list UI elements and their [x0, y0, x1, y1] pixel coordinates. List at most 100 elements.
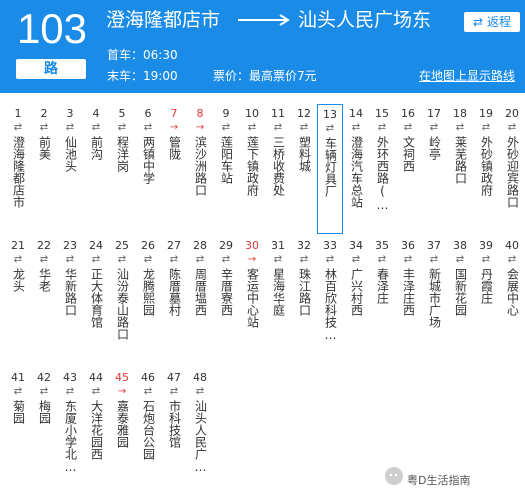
- two-way-arrow-icon: ⇄: [507, 122, 517, 133]
- stop-name: 文祠西: [401, 136, 416, 172]
- stop-number: 4: [92, 107, 100, 120]
- stop-item[interactable]: 30 → 客运中心站: [239, 236, 265, 361]
- route-suffix: 路: [16, 59, 86, 79]
- stop-item[interactable]: 16 ⇄ 文祠西: [395, 104, 421, 234]
- stop-name: 会展中心: [505, 268, 520, 316]
- stop-item[interactable]: 24 ⇄ 正大体育馆: [83, 236, 109, 361]
- two-way-arrow-icon: ⇄: [117, 254, 127, 265]
- stop-name: 澄海隆都店市: [11, 136, 26, 208]
- stop-item[interactable]: 14 ⇄ 澄海汽车总站: [343, 104, 369, 234]
- stop-number: 10: [245, 107, 259, 120]
- stop-item[interactable]: 28 ⇄ 周厝塭西: [187, 236, 213, 361]
- stop-item[interactable]: 26 ⇄ 龙腾熙园: [135, 236, 161, 361]
- stop-item[interactable]: 33 ⇄ 林百欣科技…: [317, 236, 343, 361]
- stop-item[interactable]: 18 ⇄ 莱芜路口: [447, 104, 473, 234]
- stop-number: 38: [453, 239, 467, 252]
- stop-number: 14: [349, 107, 363, 120]
- stop-item[interactable]: 46 ⇄ 石炮台公园: [135, 368, 161, 493]
- stop-number: 24: [89, 239, 103, 252]
- stop-number: 37: [427, 239, 441, 252]
- stop-name: 三桥收费处: [271, 136, 286, 196]
- stop-item[interactable]: 45 → 嘉泰雅园: [109, 368, 135, 493]
- stop-item[interactable]: 19 ⇄ 外砂镇政府: [473, 104, 499, 234]
- stop-item[interactable]: 13 ⇄ 车辆灯具厂: [317, 104, 343, 234]
- two-way-arrow-icon: ⇄: [143, 122, 153, 133]
- two-way-arrow-icon: ⇄: [143, 386, 153, 397]
- stop-item[interactable]: 39 ⇄ 丹霞庄: [473, 236, 499, 361]
- stop-number: 47: [167, 371, 181, 384]
- stop-item[interactable]: 8 → 滨沙洲路口: [187, 104, 213, 234]
- stop-item[interactable]: 10 ⇄ 莲下镇政府: [239, 104, 265, 234]
- stop-item[interactable]: 40 ⇄ 会展中心: [499, 236, 525, 361]
- stop-item[interactable]: 23 ⇄ 华新路口: [57, 236, 83, 361]
- stop-item[interactable]: 35 ⇄ 春泽庄: [369, 236, 395, 361]
- stop-item[interactable]: 34 ⇄ 广兴村西: [343, 236, 369, 361]
- stop-name: 前美: [37, 136, 52, 160]
- stop-number: 8: [196, 107, 204, 120]
- stop-item[interactable]: 29 ⇄ 辛厝寮西: [213, 236, 239, 361]
- stop-item[interactable]: 15 ⇄ 外环西路(…: [369, 104, 395, 234]
- stop-name: 岭亭: [427, 136, 442, 160]
- stop-item[interactable]: 42 ⇄ 梅园: [31, 368, 57, 493]
- stop-item[interactable]: 2 ⇄ 前美: [31, 104, 57, 234]
- stop-item[interactable]: 27 ⇄ 陈厝墓村: [161, 236, 187, 361]
- stop-number: 19: [479, 107, 493, 120]
- stop-item[interactable]: 37 ⇄ 新城市广场: [421, 236, 447, 361]
- stop-item[interactable]: 3 ⇄ 仙池头: [57, 104, 83, 234]
- return-trip-button[interactable]: ⇄ 返程: [464, 12, 520, 32]
- one-way-arrow-icon: →: [195, 122, 205, 133]
- two-way-arrow-icon: ⇄: [13, 386, 23, 397]
- stop-number: 46: [141, 371, 155, 384]
- stop-item[interactable]: 12 ⇄ 塑料城: [291, 104, 317, 234]
- two-way-arrow-icon: ⇄: [13, 122, 23, 133]
- stop-item[interactable]: 31 ⇄ 星海华庭: [265, 236, 291, 361]
- stop-number: 31: [271, 239, 285, 252]
- stop-name: 汕头人民广…: [193, 400, 208, 474]
- stop-number: 33: [323, 239, 337, 252]
- stop-name: 外环西路(…: [375, 136, 390, 212]
- stop-item[interactable]: 7 → 管陇: [161, 104, 187, 234]
- stop-item[interactable]: 4 ⇄ 前沟: [83, 104, 109, 234]
- stop-item[interactable]: 17 ⇄ 岭亭: [421, 104, 447, 234]
- stop-number: 2: [40, 107, 48, 120]
- stop-item[interactable]: 5 ⇄ 程洋岗: [109, 104, 135, 234]
- stop-number: 6: [144, 107, 152, 120]
- stop-item[interactable]: 9 ⇄ 莲阳车站: [213, 104, 239, 234]
- swap-icon: ⇄: [473, 15, 484, 29]
- stop-item[interactable]: 41 ⇄ 菊园: [5, 368, 31, 493]
- stop-item[interactable]: 25 ⇄ 汕汾泰山路口: [109, 236, 135, 361]
- stop-item[interactable]: 38 ⇄ 国新花园: [447, 236, 473, 361]
- two-way-arrow-icon: ⇄: [325, 123, 335, 134]
- show-route-on-map-link[interactable]: 在地图上显示路线: [419, 68, 515, 84]
- two-way-arrow-icon: ⇄: [169, 386, 179, 397]
- two-way-arrow-icon: ⇄: [481, 254, 491, 265]
- stop-number: 45: [115, 371, 129, 384]
- stop-name: 管陇: [167, 136, 182, 160]
- two-way-arrow-icon: ⇄: [325, 254, 335, 265]
- stop-number: 16: [401, 107, 415, 120]
- stop-name: 春泽庄: [375, 268, 390, 304]
- stop-number: 40: [505, 239, 519, 252]
- stop-number: 20: [505, 107, 519, 120]
- stop-item[interactable]: 44 ⇄ 大洋花园西: [83, 368, 109, 493]
- two-way-arrow-icon: ⇄: [273, 122, 283, 133]
- two-way-arrow-icon: ⇄: [351, 254, 361, 265]
- two-way-arrow-icon: ⇄: [455, 254, 465, 265]
- two-way-arrow-icon: ⇄: [195, 254, 205, 265]
- stop-item[interactable]: 20 ⇄ 外砂迎宾路口: [499, 104, 525, 234]
- stop-number: 32: [297, 239, 311, 252]
- stop-item[interactable]: 36 ⇄ 丰泽庄西: [395, 236, 421, 361]
- stop-item[interactable]: 47 ⇄ 市科技馆: [161, 368, 187, 493]
- stop-item[interactable]: 21 ⇄ 龙头: [5, 236, 31, 361]
- watermark-text: 粤D生活指南: [407, 474, 471, 487]
- stop-item[interactable]: 43 ⇄ 东厦小学北…: [57, 368, 83, 493]
- two-way-arrow-icon: ⇄: [169, 254, 179, 265]
- stop-item[interactable]: 22 ⇄ 华老: [31, 236, 57, 361]
- stop-item[interactable]: 11 ⇄ 三桥收费处: [265, 104, 291, 234]
- stop-item[interactable]: 48 ⇄ 汕头人民广…: [187, 368, 213, 493]
- stop-item[interactable]: 1 ⇄ 澄海隆都店市: [5, 104, 31, 234]
- stop-item[interactable]: 6 ⇄ 两镇中学: [135, 104, 161, 234]
- stop-name: 丹霞庄: [479, 268, 494, 304]
- stop-item[interactable]: 32 ⇄ 珠江路口: [291, 236, 317, 361]
- route-number: 103: [16, 5, 88, 52]
